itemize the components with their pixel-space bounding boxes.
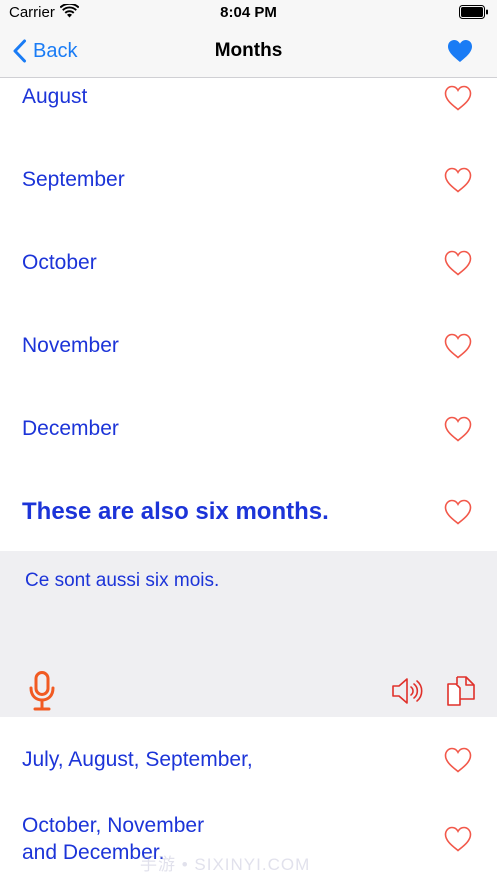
list-item[interactable]: November (0, 304, 497, 387)
page-title: Months (214, 40, 283, 61)
list-item-label: October, November and December. (22, 812, 204, 866)
copy-icon[interactable] (445, 675, 477, 707)
speaker-icon[interactable] (391, 676, 423, 706)
microphone-icon[interactable] (29, 671, 55, 711)
status-time: 8:04 PM (220, 4, 277, 21)
list-item-label: October (22, 251, 97, 274)
list-item[interactable]: July, August, September, (0, 717, 497, 797)
phrase-list: August September October November Decemb… (0, 78, 497, 551)
heart-outline-icon[interactable] (444, 333, 472, 359)
list-item-label: These are also six months. (22, 498, 329, 525)
heart-outline-icon[interactable] (444, 499, 472, 525)
list-item-label: November (22, 334, 119, 357)
status-bar: Carrier 8:04 PM (0, 0, 497, 26)
heart-outline-icon[interactable] (444, 416, 472, 442)
list-item-label: September (22, 168, 125, 191)
battery-icon (459, 5, 488, 19)
navigation-bar: Back Months (0, 26, 497, 78)
list-item-label: August (22, 85, 88, 108)
list-item[interactable]: August (0, 78, 497, 138)
heart-outline-icon[interactable] (444, 250, 472, 276)
list-item-label: July, August, September, (22, 748, 253, 771)
heart-outline-icon[interactable] (444, 85, 472, 111)
list-item[interactable]: October, November and December. (0, 797, 497, 883)
translation-text: Ce sont aussi six mois. (25, 570, 220, 591)
heart-outline-icon[interactable] (444, 167, 472, 193)
list-item[interactable]: October (0, 221, 497, 304)
list-item[interactable]: September (0, 138, 497, 221)
list-item-line: October, November (22, 814, 205, 837)
list-item[interactable]: December (0, 387, 497, 470)
list-item-line: and December. (22, 841, 165, 864)
heart-outline-icon[interactable] (444, 826, 472, 852)
list-item-selected[interactable]: These are also six months. (0, 470, 497, 551)
heart-outline-icon[interactable] (444, 747, 472, 773)
list-item-label: December (22, 417, 119, 440)
phrase-list-continued: July, August, September, October, Novemb… (0, 717, 497, 883)
favorites-heart-icon[interactable] (447, 39, 473, 63)
